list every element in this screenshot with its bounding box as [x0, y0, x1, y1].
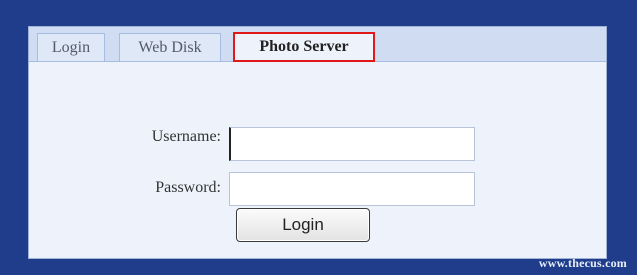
username-input[interactable] [229, 127, 475, 161]
password-label: Password: [155, 179, 221, 196]
username-label: Username: [151, 128, 221, 145]
tab-login[interactable]: Login [37, 33, 105, 61]
login-button[interactable]: Login [236, 208, 370, 242]
tab-web-disk[interactable]: Web Disk [119, 33, 221, 61]
password-input[interactable] [229, 172, 475, 206]
tab-bar: Login Web Disk Photo Server [29, 27, 606, 62]
website-label: www.thecus.com [538, 256, 627, 270]
tab-photo-server[interactable]: Photo Server [233, 32, 375, 62]
login-frame: Login Web Disk Photo Server Username: Pa… [0, 0, 637, 275]
